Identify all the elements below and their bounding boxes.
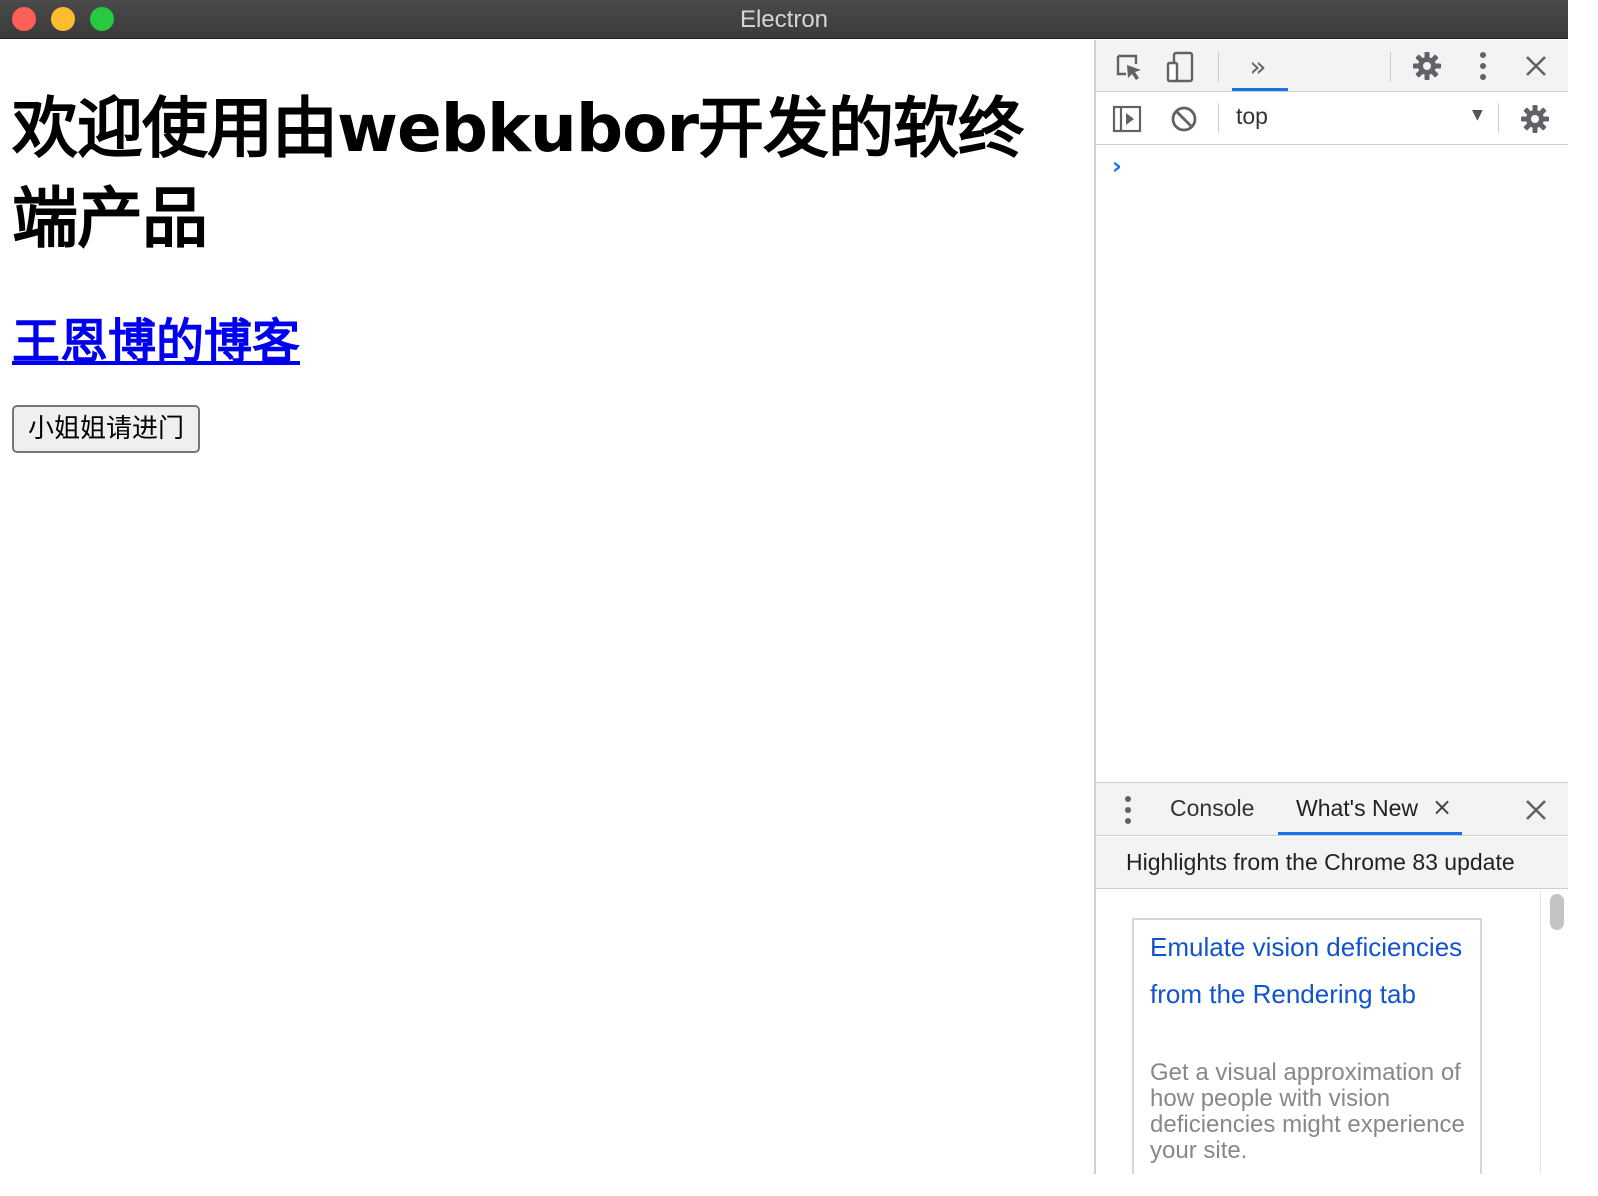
whats-new-header: Highlights from the Chrome 83 update [1096,837,1568,889]
whats-new-header-text: Highlights from the Chrome 83 update [1126,849,1515,875]
tab-console[interactable]: Console [1170,795,1254,822]
clear-console-icon[interactable] [1168,103,1200,135]
whats-new-body: Emulate vision deficiencies from the Ren… [1096,890,1568,1174]
drawer-close-icon[interactable] [1520,795,1552,825]
console-settings-gear-icon[interactable] [1518,102,1552,136]
card-title-link[interactable]: Emulate vision deficiencies from the Ren… [1150,924,1470,1018]
drawer-menu-icon[interactable] [1120,793,1136,827]
page-content: 欢迎使用由webkubor开发的软终端产品 王恩博的博客 小姐姐请进门 [0,40,1094,1174]
gear-icon[interactable] [1410,49,1444,83]
more-tabs-icon[interactable]: » [1236,48,1280,84]
blog-link[interactable]: 王恩博的博客 [12,302,300,372]
context-dropdown-icon[interactable]: ▼ [1472,107,1483,123]
tab-whats-new-close-icon[interactable]: × [1432,793,1452,821]
inspect-element-icon[interactable] [1112,50,1146,84]
whats-new-card[interactable]: Emulate vision deficiencies from the Ren… [1132,918,1482,1174]
electron-window: Electron 欢迎使用由webkubor开发的软终端产品 王恩博的博客 小姐… [0,0,1568,1174]
scrollbar-thumb[interactable] [1550,894,1564,930]
enter-button[interactable]: 小姐姐请进门 [12,405,200,453]
tab-whats-new[interactable]: What's New [1296,795,1418,822]
title-bar: Electron [0,0,1568,39]
page-heading: 欢迎使用由webkubor开发的软终端产品 [12,90,1024,257]
card-description: Get a visual approximation of how people… [1150,1059,1465,1164]
devtools-main-toolbar: » [1096,40,1568,92]
whats-new-scrollbar[interactable] [1540,890,1568,1174]
close-icon[interactable] [1520,50,1552,82]
vertical-dots-icon[interactable] [1468,49,1498,83]
context-selector[interactable]: top [1236,103,1268,130]
device-toolbar-icon[interactable] [1164,50,1198,84]
window-title: Electron [739,6,829,33]
console-output[interactable]: › [1096,146,1568,782]
console-toolbar: top ▼ [1096,93,1568,145]
devtools-panel: » top ▼ › Console What's New × Highlight… [1094,40,1568,1174]
drawer-tab-bar: Console What's New × [1096,782,1568,836]
sidebar-toggle-icon[interactable] [1110,103,1144,135]
console-prompt[interactable]: › [1112,152,1122,180]
